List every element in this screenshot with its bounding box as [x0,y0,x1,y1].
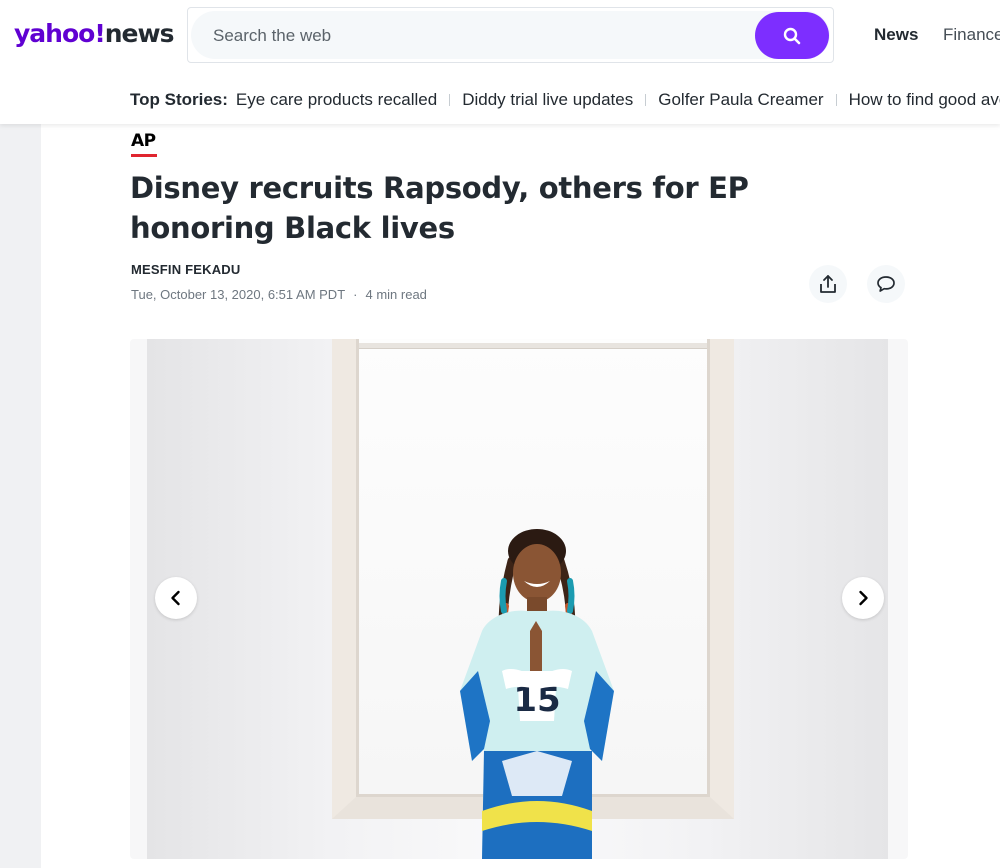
photo-slideshow: 15 [130,339,908,859]
logo-yahoo-text: yahoo! [14,19,106,48]
comment-icon [877,276,895,292]
comment-button[interactable] [867,265,905,303]
chevron-left-icon [171,590,180,606]
share-icon [820,275,836,293]
article-headline: Disney recruits Rapsody, others for EP h… [130,171,749,245]
search-icon [783,27,801,44]
top-story-link[interactable]: Golfer Paula Creamer [658,89,823,111]
source-logo-underline [131,154,157,157]
chevron-right-icon [859,590,868,606]
article: AP Disney recruits Rapsody, others for E… [41,124,1000,868]
yahoo-news-logo[interactable]: yahoo!news [14,18,175,50]
next-slide-button[interactable] [842,577,884,619]
photo-blind-bar [359,343,707,349]
read-time: 4 min read [365,287,427,302]
meta-separator: · [353,287,358,302]
article-author: MESFIN FEKADU [131,262,241,277]
search-input[interactable] [213,23,733,49]
page: yahoo!news News Finance Top Stories: Eye… [0,0,1000,868]
search-button[interactable] [755,12,829,59]
top-story-link[interactable]: How to find good avo [849,89,1000,111]
top-stories-bar: Top Stories: Eye care products recalled … [130,89,1000,111]
photo-person-figure: 15 [460,529,614,859]
previous-slide-button[interactable] [155,577,197,619]
nav-news-link[interactable]: News [874,25,918,45]
article-photo[interactable]: 15 [147,339,888,859]
nav-finance-link[interactable]: Finance [943,25,1000,45]
logo-news-text: news [104,19,175,48]
top-story-divider [835,94,837,106]
top-story-link[interactable]: Diddy trial live updates [462,89,633,111]
source-logo[interactable]: AP [131,132,156,150]
share-button[interactable] [809,265,847,303]
top-stories-label: Top Stories: [130,90,228,109]
search-field-wrapper [191,11,830,59]
top-story-divider [645,94,647,106]
article-meta: Tue, October 13, 2020, 6:51 AM PDT · 4 min… [131,287,427,302]
article-timestamp: Tue, October 13, 2020, 6:51 AM PDT [131,287,346,302]
search-box [187,7,834,63]
top-story-divider [449,94,451,106]
site-header: yahoo!news News Finance Top Stories: Eye… [0,0,1000,124]
top-story-link[interactable]: Eye care products recalled [236,89,437,111]
